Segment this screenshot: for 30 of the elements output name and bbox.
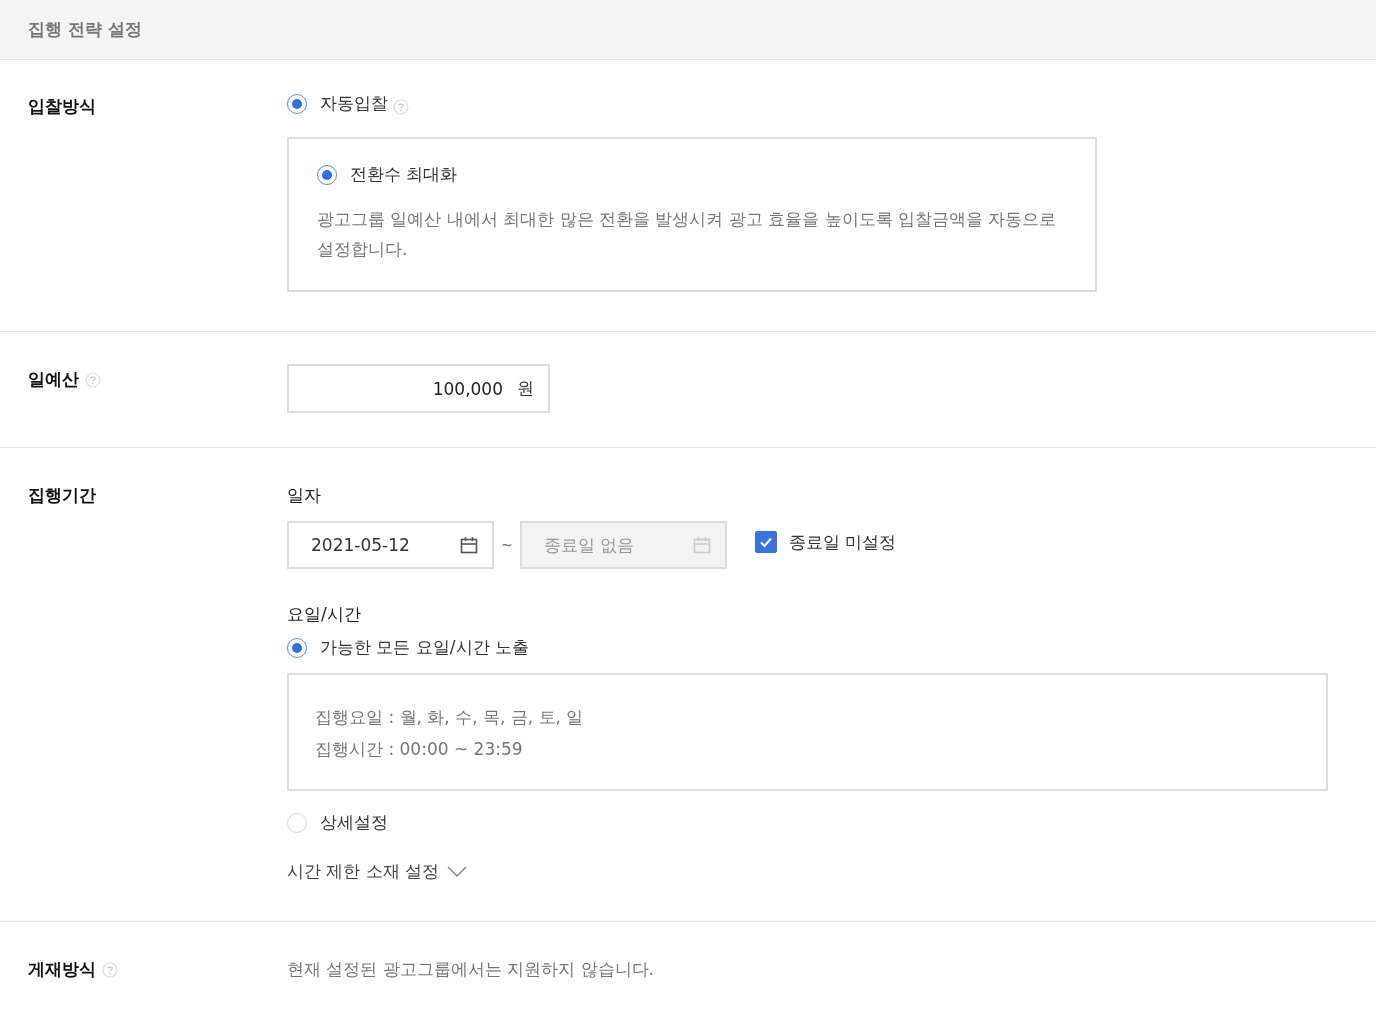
notice-text: 현재 설정된 광고그룹에서는 지원하지 않습니다. <box>287 958 655 981</box>
schedule-detail: 집행시간 : 00:00 ~ 23:59 <box>315 738 524 761</box>
radio-label[interactable]: 전환수 최대화 <box>350 163 458 186</box>
section-label: 일예산 <box>28 368 79 391</box>
start-date-field[interactable]: 2021-05-12 <box>287 521 494 569</box>
section-label: 입찰방식 <box>28 95 96 118</box>
check-icon <box>758 536 773 548</box>
section-label: 집행기간 <box>28 484 96 507</box>
radio-label[interactable]: 자동입찰 <box>320 92 388 115</box>
chevron-icon <box>447 865 468 878</box>
budget-value: 100,000 <box>432 378 503 399</box>
option-description: 광고그룹 일예산 내에서 최대한 많은 전환을 발생시켜 광고 효율을 높이도록 입찰금액을 자동으로 설정합니다. <box>317 208 1058 261</box>
expand-toggle[interactable]: 시간 제한 소재 설정 <box>287 860 468 883</box>
radio-button[interactable] <box>287 637 307 658</box>
calendar-icon <box>692 536 711 554</box>
section-title: 집행 전략 설정 <box>28 18 142 41</box>
budget-input[interactable]: 100,000 원 <box>287 364 550 413</box>
schedule-detail: 집행요일 : 월, 화, 수, 목, 금, 토, 일 <box>315 706 585 729</box>
section-label: 게재방식 <box>28 958 96 981</box>
range-separator: ~ <box>501 537 513 553</box>
currency-unit: 원 <box>517 377 534 400</box>
radio-label[interactable]: 상세설정 <box>320 811 388 834</box>
radio-button[interactable] <box>317 164 337 185</box>
radio-label[interactable]: 가능한 모든 요일/시간 노출 <box>320 636 529 659</box>
checkbox-label[interactable]: 종료일 미설정 <box>788 530 897 554</box>
calendar-icon <box>460 536 478 554</box>
field-label: 요일/시간 <box>287 603 361 626</box>
field-label: 일자 <box>287 484 321 507</box>
checkbox[interactable] <box>754 531 777 553</box>
radio-button[interactable] <box>287 93 307 114</box>
